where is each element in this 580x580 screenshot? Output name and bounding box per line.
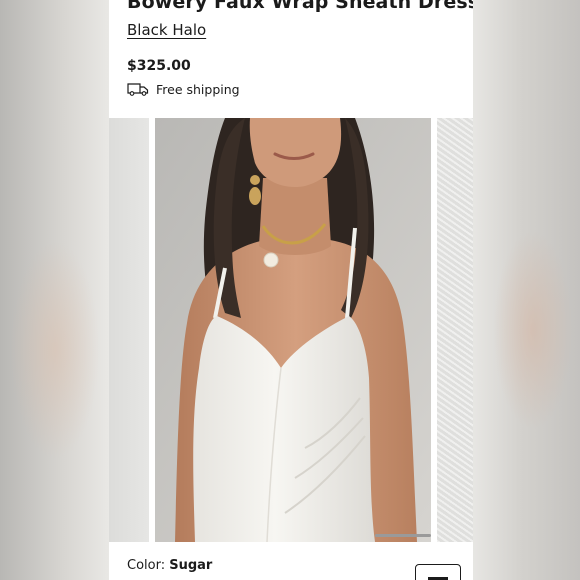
shipping-info: Free shipping <box>127 80 240 98</box>
blurred-backdrop-right <box>473 0 580 580</box>
product-panel: Bowery Faux Wrap Sheath Dress Black Halo… <box>109 0 473 580</box>
dress-photo <box>155 118 431 542</box>
shipping-label: Free shipping <box>156 81 240 97</box>
product-title: Bowery Faux Wrap Sheath Dress <box>127 0 473 13</box>
brand-link[interactable]: Black Halo <box>127 21 206 39</box>
image-carousel[interactable] <box>109 118 473 542</box>
color-value: Sugar <box>169 558 213 573</box>
carousel-slide-main[interactable] <box>155 118 431 542</box>
carousel-slide-next[interactable] <box>437 118 473 542</box>
color-label: Color: <box>127 558 166 573</box>
color-selector: Color: Sugar <box>127 558 212 573</box>
scroll-indicator <box>375 534 431 537</box>
blurred-backdrop-left <box>0 0 109 580</box>
product-price: $325.00 <box>127 58 191 74</box>
carousel-slide-prev[interactable] <box>109 118 149 542</box>
size-chart-button[interactable] <box>415 564 461 580</box>
truck-icon <box>127 83 149 96</box>
